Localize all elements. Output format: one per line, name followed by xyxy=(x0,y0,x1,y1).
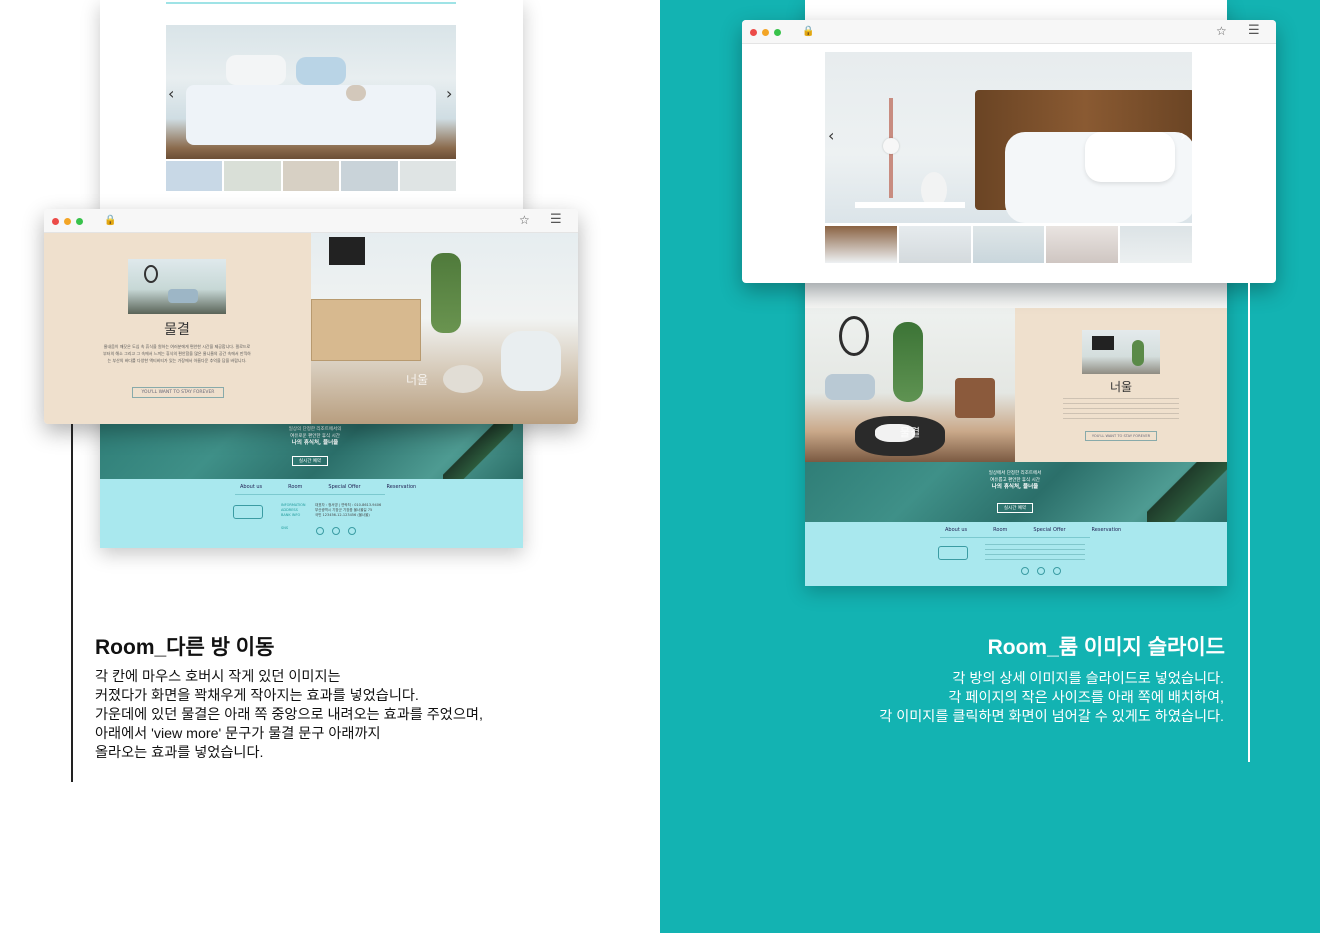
right-description: 각 방의 상세 이미지를 슬라이드로 넣었습니다. 각 페이지의 작은 사이즈를… xyxy=(879,671,1224,725)
reservation-button[interactable]: 실시간 예약 xyxy=(997,503,1033,513)
slide-thumbnails xyxy=(825,226,1192,263)
footer-logo xyxy=(938,546,968,560)
lock-icon: 🔒 xyxy=(104,215,117,226)
bedroom-slide-image xyxy=(166,25,456,159)
close-dot[interactable] xyxy=(52,218,59,225)
pool-title: 나의 휴식처, 물너울 xyxy=(991,484,1039,490)
pool-text-line: 여유롭고 편안한 휴식 시간 xyxy=(990,478,1040,483)
nav-room[interactable]: Room xyxy=(993,527,1007,533)
pool-text-line: 일상에서 단정한 리조트에서 xyxy=(988,471,1042,476)
facebook-icon[interactable] xyxy=(1037,567,1045,575)
close-dot[interactable] xyxy=(750,29,757,36)
stay-forever-button[interactable]: YOU'LL WANT TO STAY FOREVER xyxy=(1085,431,1157,441)
thumbnail[interactable] xyxy=(282,161,340,191)
left-accent-line xyxy=(71,424,73,782)
living-room-image: 너울 xyxy=(311,233,578,424)
sns-icons xyxy=(316,527,356,535)
footer-labels: INFORMATION ADDRESS BANK INFO SNS xyxy=(281,503,306,530)
stay-forever-button[interactable]: YOU'LL WANT TO STAY FOREVER xyxy=(132,387,224,398)
nav-reservation[interactable]: Reservation xyxy=(1092,527,1122,533)
youtube-icon[interactable] xyxy=(348,527,356,535)
left-description: 각 칸에 마우스 호버시 작게 있던 이미지는 커졌다가 화면을 꽉채우게 작아… xyxy=(95,669,483,761)
right-accent-line xyxy=(1248,282,1250,762)
right-browser-window: 🔒 ☆ ☰ ‹ › xyxy=(742,20,1276,283)
nav-special-offer[interactable]: Special Offer xyxy=(328,484,360,490)
thumbnail[interactable] xyxy=(972,226,1045,263)
right-section-heading: Room_룸 이미지 슬라이드 xyxy=(987,636,1225,659)
thumbnail[interactable] xyxy=(898,226,971,263)
room-title: 너울 xyxy=(1109,380,1133,394)
minimize-dot[interactable] xyxy=(762,29,769,36)
nav-reservation[interactable]: Reservation xyxy=(387,484,417,490)
youtube-icon[interactable] xyxy=(1053,567,1061,575)
room-thumbnail-image xyxy=(1082,330,1160,374)
thumbnail[interactable] xyxy=(399,161,457,191)
chevron-right-icon[interactable]: › xyxy=(1180,126,1186,145)
nav-about-us[interactable]: About us xyxy=(240,484,262,490)
site-footer: About us Room Special Offer Reservation … xyxy=(100,479,523,548)
browser-toolbar: 🔒 ☆ ☰ xyxy=(742,20,1276,44)
overlay-room-title: 너울 xyxy=(405,373,429,387)
thumbnail[interactable] xyxy=(1120,226,1192,263)
footer-values: 대표자 : 정서영 | 연락처 : 010-8613-9406 부산광역시 기장… xyxy=(315,503,382,517)
reservation-button[interactable]: 실시간 예약 xyxy=(292,456,328,466)
sns-icons xyxy=(1021,567,1061,575)
room-thumbnail-image xyxy=(128,259,226,314)
bookmark-star-icon[interactable]: ☆ xyxy=(1216,24,1227,38)
nav-room[interactable]: Room xyxy=(288,484,302,490)
pool-text-line: 일상의 단정한 리조트에서의 xyxy=(288,427,342,432)
footer-nav: About us Room Special Offer Reservation xyxy=(240,484,442,490)
footer-info-block xyxy=(985,544,1085,564)
bookmark-star-icon[interactable]: ☆ xyxy=(519,213,530,227)
lock-icon: 🔒 xyxy=(802,26,815,37)
footer-logo xyxy=(233,505,263,519)
hamburger-menu-icon[interactable]: ☰ xyxy=(550,212,562,227)
pool-banner: 일상의 단정한 리조트에서의 여유로운 편안한 휴식 시간 나의 휴식처, 물너… xyxy=(100,424,523,479)
nav-about-us[interactable]: About us xyxy=(945,527,967,533)
bedroom-strip xyxy=(805,282,1227,308)
browser-toolbar: 🔒 ☆ ☰ xyxy=(44,209,578,233)
room-info-panel: 물결 물내음이 깨끗은 도심 속 휴식을 원하는 여러분에게 편안한 시간을 제… xyxy=(44,233,311,424)
pool-banner: 일상에서 단정한 리조트에서 여유롭고 편안한 휴식 시간 나의 휴식처, 물너… xyxy=(805,462,1227,522)
instagram-icon[interactable] xyxy=(316,527,324,535)
chevron-right-icon[interactable]: › xyxy=(446,84,452,103)
left-section-heading: Room_다른 방 이동 xyxy=(95,636,275,659)
site-footer: About us Room Special Offer Reservation xyxy=(805,522,1227,586)
chevron-left-icon[interactable]: ‹ xyxy=(168,84,174,103)
footer-nav: About us Room Special Offer Reservation xyxy=(945,527,1147,533)
room-title: 물결 xyxy=(164,322,190,338)
thumbnail[interactable] xyxy=(166,161,223,191)
room-description: 물내음이 깨끗은 도심 속 휴식을 원하는 여러분에게 편안한 시간을 제공합니… xyxy=(103,344,251,363)
pool-text-line: 여유로운 편안한 휴식 시간 xyxy=(290,434,340,439)
thumbnail[interactable] xyxy=(224,161,281,191)
thumbnail[interactable] xyxy=(1046,226,1119,263)
room-description xyxy=(1063,398,1179,422)
maximize-dot[interactable] xyxy=(76,218,83,225)
minimize-dot[interactable] xyxy=(64,218,71,225)
left-browser-window: 🔒 ☆ ☰ 물결 물내음이 깨끗은 도심 속 휴식을 원하는 여러분에게 편안한… xyxy=(44,209,578,424)
chevron-left-icon[interactable]: ‹ xyxy=(828,126,834,145)
living-room-image: 물결 xyxy=(805,308,1015,462)
thumbnail[interactable] xyxy=(825,226,897,263)
room-info-panel: 너울 YOU'LL WANT TO STAY FOREVER xyxy=(1015,308,1227,462)
instagram-icon[interactable] xyxy=(1021,567,1029,575)
nav-special-offer[interactable]: Special Offer xyxy=(1033,527,1065,533)
overlay-room-title: 물결 xyxy=(899,426,921,439)
hamburger-menu-icon[interactable]: ☰ xyxy=(1248,23,1260,38)
top-divider xyxy=(166,2,456,4)
slide-thumbnails xyxy=(166,161,457,191)
maximize-dot[interactable] xyxy=(774,29,781,36)
bedroom-slide-image xyxy=(825,52,1192,223)
facebook-icon[interactable] xyxy=(332,527,340,535)
thumbnail[interactable] xyxy=(341,161,398,191)
pool-title: 나의 휴식처, 물너울 xyxy=(291,440,339,446)
